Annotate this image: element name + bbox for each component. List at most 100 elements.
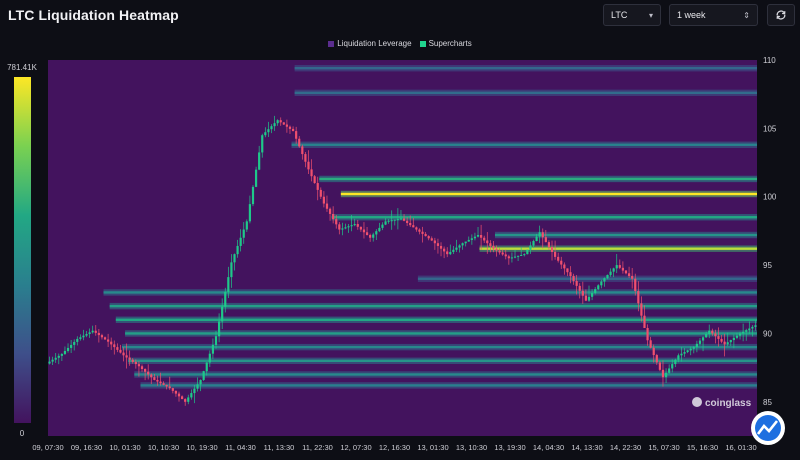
candle-body — [535, 236, 538, 242]
candle-body — [452, 249, 455, 252]
candle-body — [369, 235, 372, 238]
y-axis-ticks: 85 90 95 100 105 110 — [763, 56, 777, 407]
candle-body — [634, 278, 637, 292]
candle-body — [748, 328, 751, 331]
x-tick-label: 16, 01:30 — [725, 443, 756, 452]
candle-body — [495, 248, 498, 251]
candle-body — [701, 337, 705, 341]
candle-body — [421, 231, 424, 234]
liquidation-band — [340, 192, 757, 196]
candle-body — [501, 252, 504, 255]
candle-body — [202, 371, 205, 380]
candle-body — [695, 343, 698, 348]
color-scale-min-label: 0 — [20, 429, 25, 438]
candle-body — [353, 224, 356, 226]
liquidation-band — [294, 67, 757, 70]
liquidation-band — [140, 384, 757, 387]
candle-body — [538, 232, 541, 237]
candle-body — [328, 208, 332, 214]
candle-body — [107, 339, 110, 342]
candle-body — [270, 126, 273, 130]
candle-body — [513, 256, 517, 258]
candle-body — [313, 176, 316, 184]
candle-body — [615, 265, 618, 269]
candle-body — [745, 330, 748, 332]
candle-body — [325, 203, 329, 209]
candle-body — [575, 280, 578, 286]
x-tick-label: 14, 22:30 — [610, 443, 641, 452]
candle-body — [230, 262, 233, 278]
candle-body — [140, 366, 144, 370]
heatmap-chart[interactable]: 781.41K 0 85 90 95 100 105 110 09, 07:30 09, 1… — [0, 0, 800, 460]
candle-body — [738, 333, 742, 336]
candle-body — [116, 347, 119, 350]
candle-body — [282, 122, 285, 125]
candle-body — [137, 364, 141, 367]
coinglass-logo-icon — [692, 397, 702, 407]
candle-body — [470, 238, 473, 240]
candle-body — [393, 219, 396, 221]
y-tick-label: 95 — [763, 261, 772, 270]
liquidation-band — [109, 304, 758, 308]
candle-body — [372, 234, 375, 238]
candle-body — [504, 254, 507, 257]
y-tick-label: 90 — [763, 329, 772, 338]
candle-body — [88, 332, 91, 335]
candle-body — [510, 257, 514, 259]
candle-body — [171, 388, 174, 391]
candle-body — [224, 291, 227, 307]
candle-body — [560, 260, 563, 265]
candle-body — [233, 254, 236, 263]
watermark-text: coinglass — [705, 398, 752, 409]
candle-body — [433, 240, 436, 244]
candle-body — [677, 355, 680, 360]
candle-body — [261, 135, 264, 153]
candle-body — [144, 369, 147, 372]
candle-body — [245, 221, 248, 230]
candle-body — [618, 265, 621, 268]
candle-body — [48, 361, 51, 364]
candle-body — [51, 359, 54, 362]
candle-body — [486, 240, 489, 244]
candle-body — [612, 268, 615, 272]
candle-body — [655, 355, 658, 363]
x-tick-label: 15, 16:30 — [687, 443, 718, 452]
candle-body — [94, 330, 97, 333]
candle-body — [402, 218, 406, 221]
liquidation-band — [319, 177, 757, 181]
candle-body — [307, 161, 310, 170]
candle-body — [91, 330, 94, 333]
candle-body — [214, 336, 218, 345]
candle-body — [208, 353, 211, 363]
candle-body — [409, 222, 412, 226]
candle-body — [156, 379, 159, 382]
candle-body — [350, 225, 353, 227]
x-tick-label: 11, 04:30 — [225, 443, 256, 452]
candle-body — [387, 220, 390, 222]
candle-body — [150, 374, 153, 378]
candle-body — [668, 368, 671, 373]
candle-body — [439, 245, 443, 249]
candle-body — [63, 350, 67, 354]
candle-body — [344, 227, 347, 229]
candle-body — [590, 292, 594, 297]
candle-body — [714, 333, 717, 337]
candle-body — [381, 224, 384, 228]
candle-body — [113, 344, 116, 348]
candle-body — [347, 226, 350, 228]
liquidation-band — [291, 143, 757, 146]
candle-body — [671, 364, 674, 369]
candle-body — [572, 276, 575, 281]
candle-body — [378, 227, 381, 232]
x-tick-label: 12, 07:30 — [340, 443, 371, 452]
candle-body — [458, 245, 461, 248]
candle-body — [532, 241, 535, 246]
candle-body — [446, 251, 449, 255]
candle-body — [174, 390, 178, 394]
candle-body — [248, 204, 252, 222]
candle-body — [480, 235, 483, 238]
candle-body — [637, 291, 640, 304]
x-tick-label: 13, 01:30 — [417, 443, 448, 452]
candle-body — [492, 245, 495, 249]
candle-body — [578, 285, 581, 291]
